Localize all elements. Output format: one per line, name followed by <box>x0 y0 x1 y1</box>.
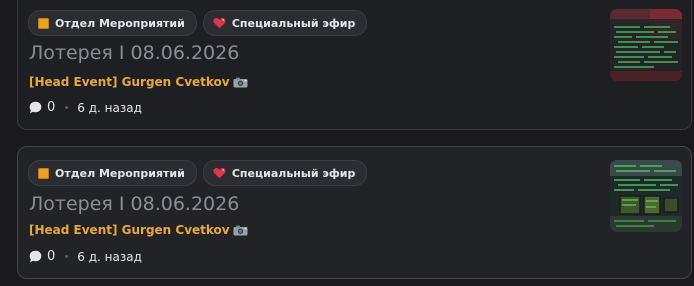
post-feed: Отдел Мероприятий Специальный эфир Лотер… <box>0 0 694 286</box>
tag-label: Специальный эфир <box>231 166 356 180</box>
camera-icon <box>233 225 248 235</box>
tag-special-broadcast[interactable]: Специальный эфир <box>202 160 368 186</box>
comment-bubble-icon <box>29 250 42 263</box>
camera-icon <box>233 77 248 87</box>
post-thumbnail[interactable] <box>610 160 682 232</box>
heart-icon <box>213 17 226 29</box>
tag-label: Специальный эфир <box>231 16 356 30</box>
tag-events-department[interactable]: Отдел Мероприятий <box>28 10 197 36</box>
separator-dot <box>65 106 69 109</box>
orange-square-icon <box>38 167 49 179</box>
post-time: 6 д. назад <box>77 100 142 115</box>
comment-count: 0 <box>47 100 56 115</box>
post-title[interactable]: Лотерея I 08.06.2026 <box>29 42 239 64</box>
post-tags: Отдел Мероприятий Специальный эфир <box>28 160 368 186</box>
post-author[interactable]: [Head Event] Gurgen Cvetkov <box>29 223 248 237</box>
tag-label: Отдел Мероприятий <box>55 166 185 180</box>
orange-square-icon <box>38 17 49 29</box>
post-title[interactable]: Лотерея I 08.06.2026 <box>29 193 239 215</box>
post-thumbnail[interactable] <box>610 9 682 81</box>
post-author[interactable]: [Head Event] Gurgen Cvetkov <box>29 75 248 89</box>
post-time: 6 д. назад <box>77 249 142 264</box>
post-meta: 0 6 д. назад <box>29 100 142 115</box>
tag-special-broadcast[interactable]: Специальный эфир <box>202 10 368 36</box>
author-name: [Head Event] Gurgen Cvetkov <box>29 75 230 89</box>
author-name: [Head Event] Gurgen Cvetkov <box>29 223 230 237</box>
post-card[interactable]: Отдел Мероприятий Специальный эфир Лотер… <box>17 146 692 279</box>
comment-bubble-icon <box>29 101 42 114</box>
post-meta: 0 6 д. назад <box>29 249 142 264</box>
post-card[interactable]: Отдел Мероприятий Специальный эфир Лотер… <box>17 0 692 130</box>
tag-events-department[interactable]: Отдел Мероприятий <box>28 160 197 186</box>
heart-icon <box>213 167 226 179</box>
separator-dot <box>65 255 69 258</box>
tag-label: Отдел Мероприятий <box>55 16 185 30</box>
comment-count: 0 <box>47 249 56 264</box>
post-tags: Отдел Мероприятий Специальный эфир <box>28 10 368 36</box>
